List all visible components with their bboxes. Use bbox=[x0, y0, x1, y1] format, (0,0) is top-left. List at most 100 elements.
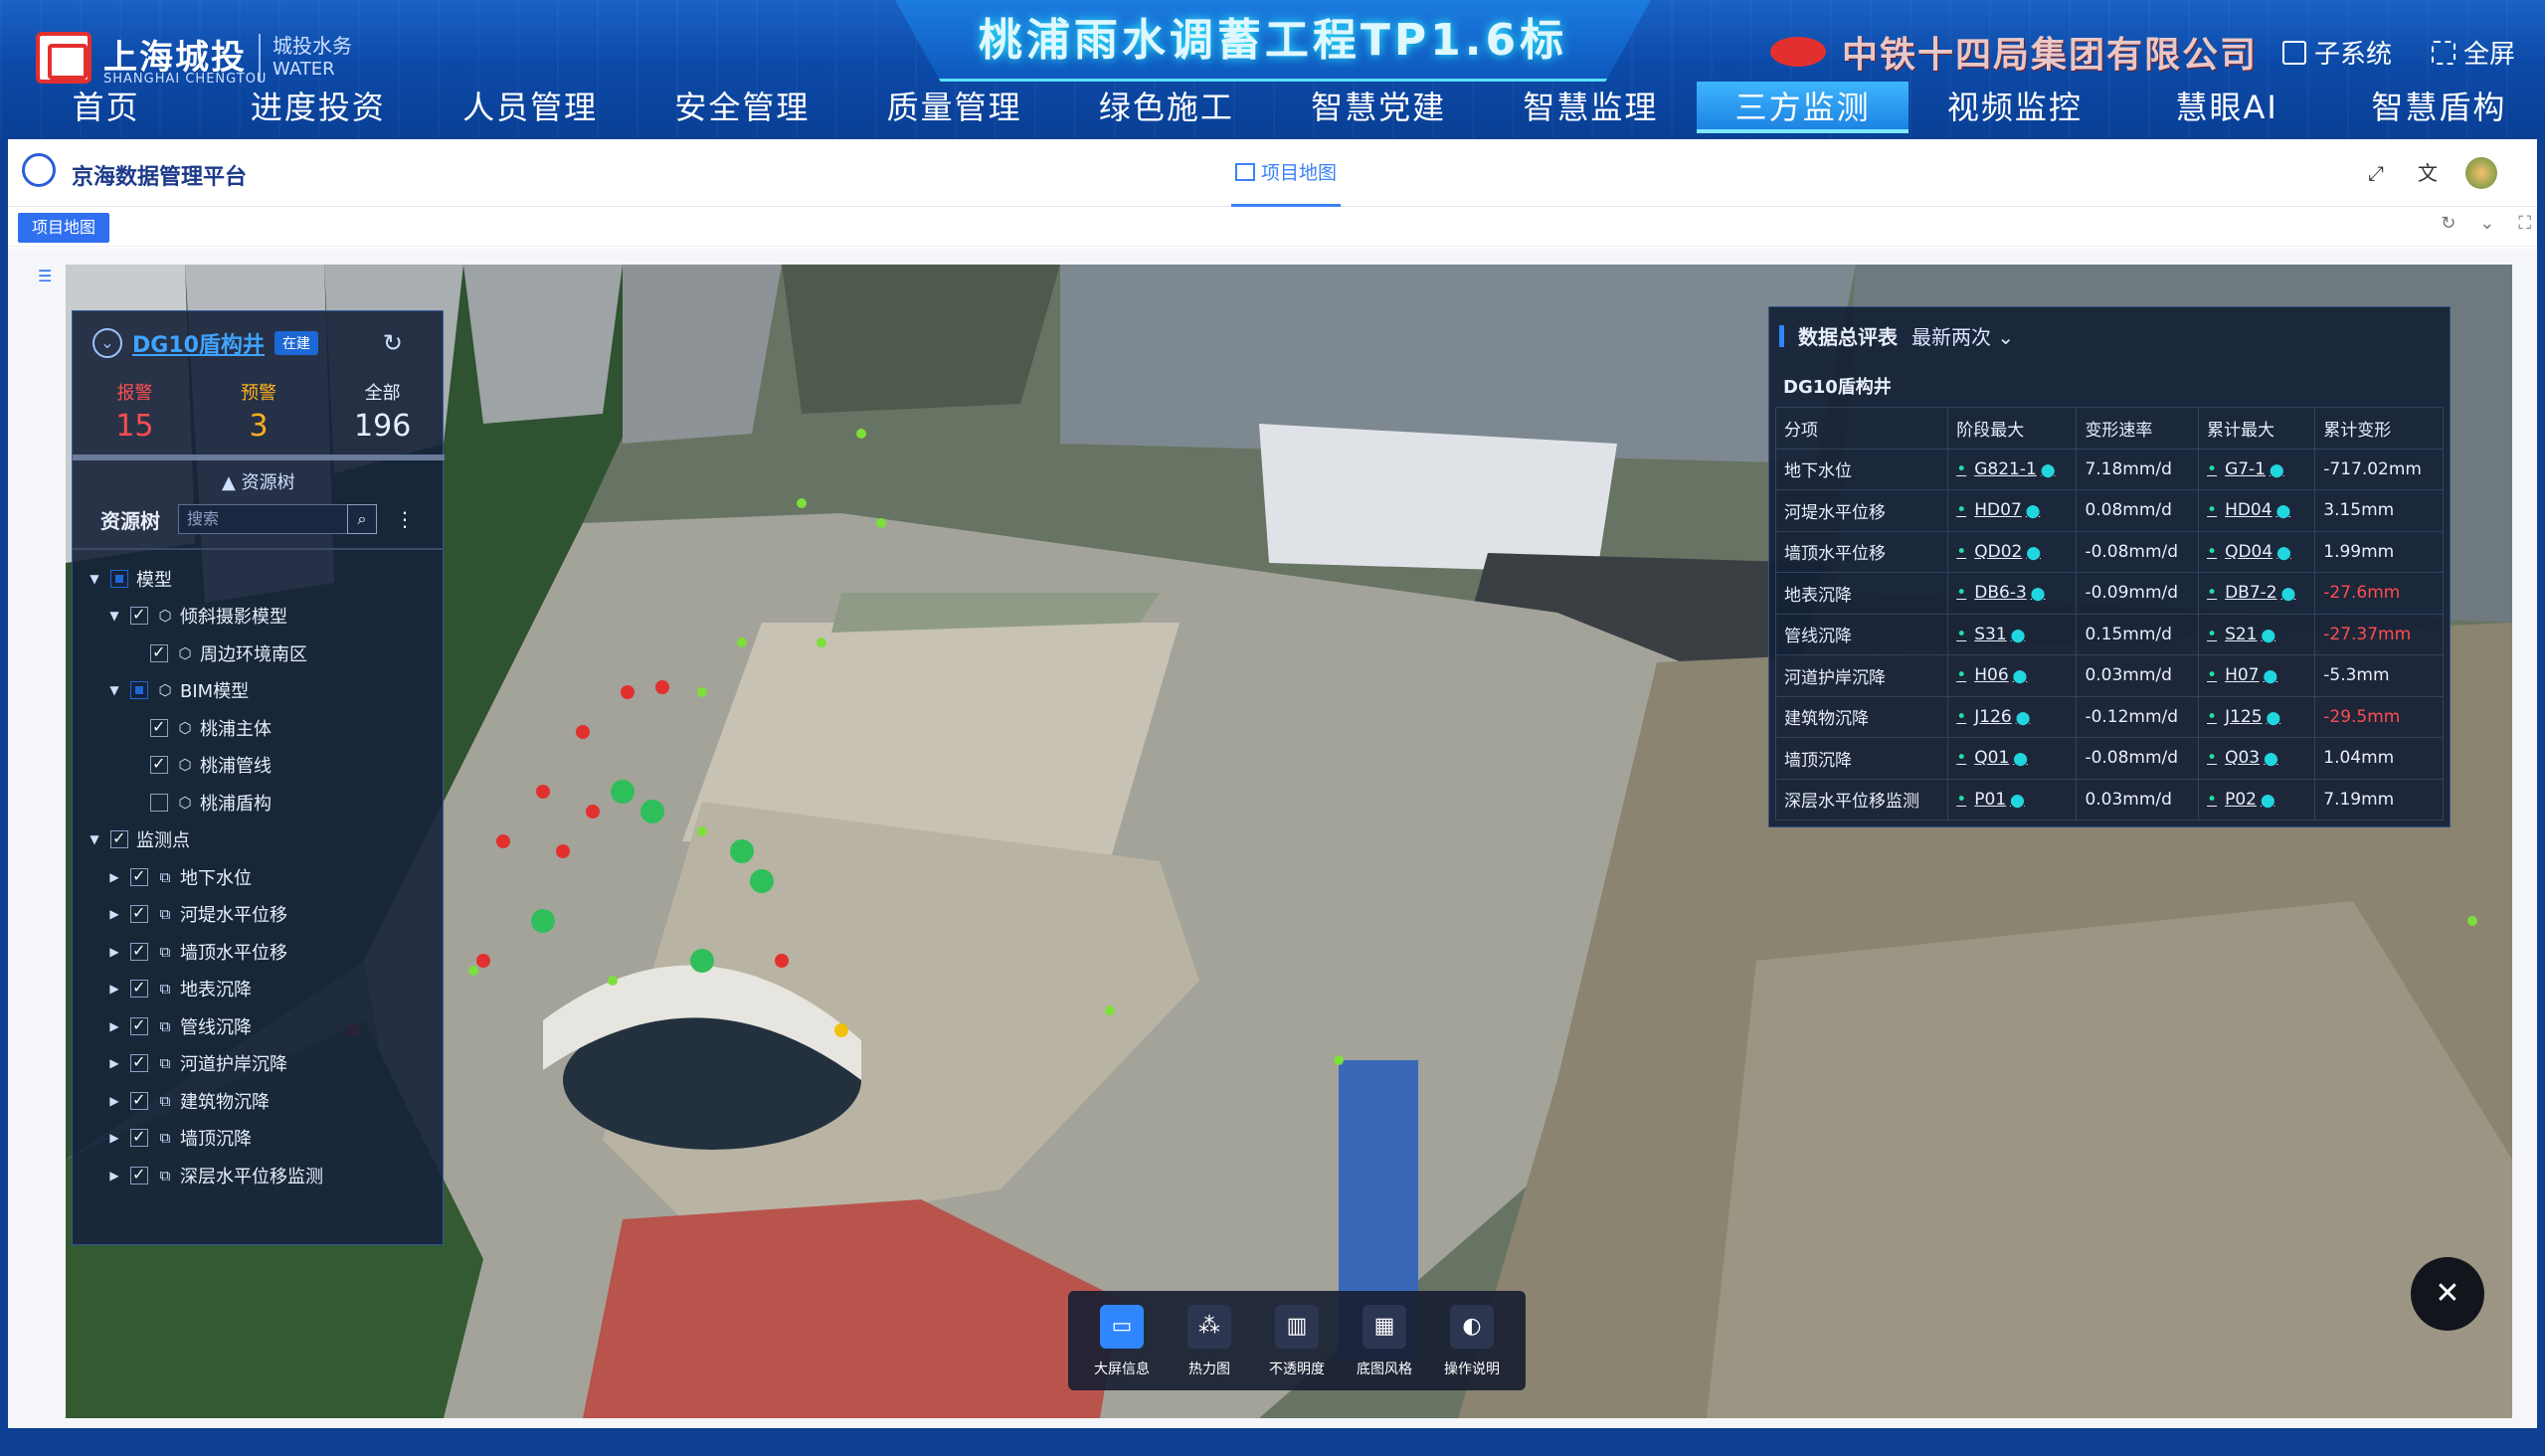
refresh-icon[interactable]: ↻ bbox=[383, 329, 403, 357]
expand-arrow-icon[interactable]: ▼ bbox=[87, 572, 102, 586]
nav-item-9[interactable]: 视频监控 bbox=[1909, 82, 2120, 133]
tree-checkbox[interactable] bbox=[130, 978, 148, 999]
location-pin-icon[interactable]: ⬤ bbox=[2026, 546, 2041, 561]
stat-0[interactable]: 报警 15 bbox=[73, 379, 197, 444]
tree-checkbox[interactable] bbox=[150, 642, 168, 662]
menu-toggle-icon[interactable]: ☰ bbox=[38, 267, 62, 290]
translate-icon[interactable]: 文 bbox=[2414, 159, 2442, 187]
nav-item-2[interactable]: 人员管理 bbox=[425, 82, 636, 133]
expand-arrow-icon[interactable]: ▶ bbox=[106, 1094, 122, 1108]
tree-checkbox[interactable] bbox=[130, 1127, 148, 1148]
cell-stage_max[interactable]: H06⬤ bbox=[1947, 654, 2078, 697]
resource-tree-toggle[interactable]: ▲ 资源树 bbox=[222, 468, 295, 494]
tree-node[interactable]: ▶ ⧉ 墙顶沉降 bbox=[87, 1120, 435, 1158]
subsystem-button[interactable]: 子系统 bbox=[2281, 34, 2392, 71]
stat-1[interactable]: 预警 3 bbox=[197, 379, 321, 444]
location-pin-icon[interactable]: ⬤ bbox=[2041, 463, 2056, 478]
tree-checkbox[interactable] bbox=[150, 793, 168, 812]
tree-node[interactable]: ▶ ⧉ 管线沉降 bbox=[87, 1007, 435, 1045]
toolbar-button-0[interactable]: ▭ 大屏信息 bbox=[1078, 1301, 1166, 1380]
fullscreen-button[interactable]: 全屏 bbox=[2431, 34, 2515, 71]
location-pin-icon[interactable]: ⬤ bbox=[2010, 794, 2025, 809]
tree-checkbox[interactable] bbox=[130, 1165, 148, 1184]
search-input[interactable]: 搜索 ⌕ bbox=[178, 504, 377, 534]
location-pin-icon[interactable]: ⬤ bbox=[2031, 587, 2046, 602]
expand-arrow-icon[interactable]: ▶ bbox=[106, 870, 122, 884]
cell-cum_max[interactable]: J125⬤ bbox=[2198, 695, 2316, 738]
cell-stage_max[interactable]: HD07⬤ bbox=[1947, 489, 2078, 532]
expand-arrow-icon[interactable]: ▶ bbox=[106, 1169, 122, 1183]
cell-stage_max[interactable]: S31⬤ bbox=[1947, 613, 2078, 655]
cell-cum_max[interactable]: DB7-2⬤ bbox=[2198, 572, 2316, 615]
chevron-down-icon[interactable]: ⌄ bbox=[2479, 213, 2494, 234]
cell-stage_max[interactable]: QD02⬤ bbox=[1947, 530, 2078, 573]
tree-checkbox[interactable] bbox=[110, 828, 128, 849]
cell-cum_max[interactable]: HD04⬤ bbox=[2198, 489, 2316, 532]
cell-stage_max[interactable]: G821-1⬤ bbox=[1947, 448, 2078, 490]
tree-node[interactable]: ▶ ⧉ 墙顶水平位移 bbox=[87, 933, 435, 971]
location-pin-icon[interactable]: ⬤ bbox=[2261, 794, 2275, 809]
location-pin-icon[interactable]: ⬤ bbox=[2281, 587, 2296, 602]
tree-node[interactable]: ▶ ⧉ 地下水位 bbox=[87, 858, 435, 896]
tree-node[interactable]: ▶ ⧉ 河堤水平位移 bbox=[87, 896, 435, 934]
location-pin-icon[interactable]: ⬤ bbox=[2263, 669, 2277, 684]
tree-node[interactable]: ▼ 模型 bbox=[87, 560, 435, 598]
location-pin-icon[interactable]: ⬤ bbox=[2026, 504, 2041, 519]
cell-cum_max[interactable]: S21⬤ bbox=[2198, 613, 2316, 655]
cell-cum_max[interactable]: P02⬤ bbox=[2198, 778, 2316, 820]
nav-item-6[interactable]: 智慧党建 bbox=[1273, 82, 1485, 133]
avatar[interactable] bbox=[2465, 157, 2497, 189]
tree-node[interactable]: ▶ ⧉ 地表沉降 bbox=[87, 971, 435, 1008]
site-name-link[interactable]: DG10盾构井 bbox=[132, 327, 265, 359]
nav-item-3[interactable]: 安全管理 bbox=[636, 82, 848, 133]
expand-arrow-icon[interactable]: ▼ bbox=[106, 609, 122, 623]
expand-arrow-icon[interactable]: ▶ bbox=[106, 1131, 122, 1145]
expand-arrow-icon[interactable]: ▶ bbox=[106, 945, 122, 959]
location-pin-icon[interactable]: ⬤ bbox=[2016, 711, 2031, 726]
expand-icon[interactable]: ⤢ bbox=[2362, 159, 2390, 187]
tree-checkbox[interactable] bbox=[130, 866, 148, 886]
tree-checkbox[interactable] bbox=[150, 717, 168, 737]
tree-checkbox[interactable] bbox=[130, 681, 148, 700]
tree-checkbox[interactable] bbox=[130, 941, 148, 961]
location-pin-icon[interactable]: ⬤ bbox=[2270, 463, 2284, 478]
tree-node[interactable]: ▶ ⧉ 深层水平位移监测 bbox=[87, 1157, 435, 1194]
refresh-icon[interactable]: ↻ bbox=[2441, 213, 2455, 234]
search-icon[interactable]: ⌕ bbox=[347, 504, 377, 534]
expand-arrow-icon[interactable]: ▶ bbox=[106, 1019, 122, 1033]
tree-node[interactable]: ▶ ⧉ 建筑物沉降 bbox=[87, 1082, 435, 1120]
nav-item-0[interactable]: 首页 bbox=[0, 82, 212, 133]
tree-node[interactable]: ▼ ⬡ BIM模型 bbox=[87, 672, 435, 710]
expand-arrow-icon[interactable]: ▶ bbox=[106, 907, 122, 921]
tree-node[interactable]: ▼ 监测点 bbox=[87, 821, 435, 859]
tree-node[interactable]: ▼ ⬡ 倾斜摄影模型 bbox=[87, 598, 435, 636]
tree-node[interactable]: ⬡ 桃浦盾构 bbox=[87, 784, 435, 821]
tree-node[interactable]: ⬡ 周边环境南区 bbox=[87, 635, 435, 672]
expand-arrow-icon[interactable]: ▶ bbox=[106, 982, 122, 996]
more-options-icon[interactable]: ⋮ bbox=[395, 507, 415, 531]
expand-arrow-icon[interactable]: ▼ bbox=[106, 683, 122, 697]
location-pin-icon[interactable]: ⬤ bbox=[2276, 546, 2291, 561]
tab-project-map[interactable]: 项目地图 bbox=[1231, 139, 1341, 207]
tree-checkbox[interactable] bbox=[130, 605, 148, 626]
cell-cum_max[interactable]: Q03⬤ bbox=[2198, 737, 2316, 780]
expand-arrow-icon[interactable]: ▶ bbox=[106, 1056, 122, 1070]
cell-stage_max[interactable]: J126⬤ bbox=[1947, 695, 2078, 738]
nav-item-8[interactable]: 三方监测 bbox=[1697, 82, 1909, 133]
maximize-icon[interactable]: ⛶ bbox=[2518, 213, 2531, 234]
cell-cum_max[interactable]: G7-1⬤ bbox=[2198, 448, 2316, 490]
cell-cum_max[interactable]: H07⬤ bbox=[2198, 654, 2316, 697]
tree-checkbox[interactable] bbox=[130, 1090, 148, 1110]
tree-checkbox[interactable] bbox=[130, 1052, 148, 1073]
toolbar-button-4[interactable]: ◐ 操作说明 bbox=[1428, 1301, 1516, 1380]
cell-stage_max[interactable]: P01⬤ bbox=[1947, 778, 2078, 820]
nav-item-11[interactable]: 智慧盾构 bbox=[2333, 82, 2545, 133]
toolbar-button-1[interactable]: ⁂ 热力图 bbox=[1166, 1301, 1253, 1380]
location-pin-icon[interactable]: ⬤ bbox=[2013, 752, 2028, 767]
stat-2[interactable]: 全部 196 bbox=[320, 379, 445, 444]
location-pin-icon[interactable]: ⬤ bbox=[2276, 504, 2291, 519]
collapse-chevron-icon[interactable]: ⌄ bbox=[92, 328, 122, 358]
location-pin-icon[interactable]: ⬤ bbox=[2267, 711, 2281, 726]
tree-checkbox[interactable] bbox=[150, 754, 168, 775]
nav-item-1[interactable]: 进度投资 bbox=[212, 82, 424, 133]
